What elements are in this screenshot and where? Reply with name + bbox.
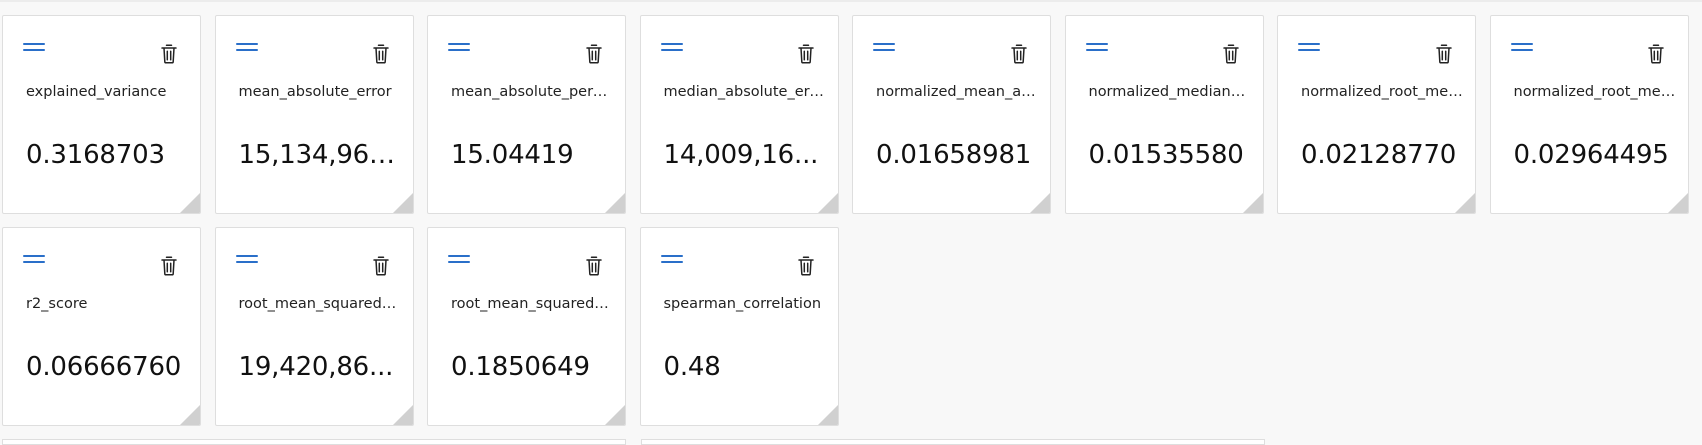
delete-tile-button[interactable] xyxy=(1648,43,1665,65)
metric-value: 0.01535580 xyxy=(1088,140,1244,170)
delete-tile-button[interactable] xyxy=(798,255,815,277)
metric-name: median_absolute_error xyxy=(663,84,826,100)
trash-icon xyxy=(1223,44,1239,64)
metric-value: 19,420,86... xyxy=(238,352,394,382)
drag-handle-icon[interactable] xyxy=(235,254,258,264)
drag-handle-icon[interactable] xyxy=(235,42,258,52)
resize-grip-icon[interactable] xyxy=(605,405,625,425)
trash-icon xyxy=(798,44,814,64)
metric-tile: median_absolute_error 14,009,16... xyxy=(639,15,839,214)
delete-tile-button[interactable] xyxy=(373,43,390,65)
drag-handle-icon[interactable] xyxy=(660,254,683,264)
delete-tile-button[interactable] xyxy=(1223,43,1240,65)
delete-tile-button[interactable] xyxy=(1010,43,1027,65)
metric-name: normalized_root_mea... xyxy=(1301,84,1463,100)
delete-tile-button[interactable] xyxy=(1435,43,1452,65)
metric-value: 15,134,961... xyxy=(238,140,402,170)
metric-name: mean_absolute_error xyxy=(238,84,392,100)
metric-tile: explained_variance 0.3168703 xyxy=(2,15,201,214)
resize-grip-icon[interactable] xyxy=(180,405,200,425)
drag-handle-icon[interactable] xyxy=(448,254,470,264)
drag-handle-icon[interactable] xyxy=(1510,42,1533,52)
resize-grip-icon[interactable] xyxy=(392,193,413,213)
trash-icon xyxy=(373,256,389,276)
metric-tile: normalized_median_a... 0.01535580 xyxy=(1064,15,1264,214)
metric-name: normalized_mean_abs... xyxy=(876,84,1038,100)
metric-value: 0.01658981 xyxy=(876,140,1032,170)
metric-tile: normalized_root_mea... 0.02128770 xyxy=(1277,15,1476,214)
delete-tile-button[interactable] xyxy=(585,43,602,65)
metric-value: 14,009,16... xyxy=(663,140,819,170)
metric-value: 0.02964495 xyxy=(1513,140,1669,170)
trash-icon xyxy=(160,44,177,64)
trash-icon xyxy=(1648,44,1664,64)
metric-tile: spearman_correlation 0.48 xyxy=(639,227,839,426)
resize-grip-icon[interactable] xyxy=(392,405,413,425)
delete-tile-button[interactable] xyxy=(585,255,602,277)
resize-grip-icon[interactable] xyxy=(817,193,838,213)
metric-tile: normalized_mean_abs... 0.01658981 xyxy=(852,15,1051,214)
resize-grip-icon[interactable] xyxy=(180,193,200,213)
drag-handle-icon[interactable] xyxy=(873,42,895,52)
metric-value: 15.04419 xyxy=(451,140,574,170)
resize-grip-icon[interactable] xyxy=(605,193,625,213)
drag-handle-icon[interactable] xyxy=(23,254,45,264)
metric-tile: normalized_root_mea... 0.02964495 xyxy=(1489,15,1689,214)
metric-name: root_mean_squared_lo... xyxy=(451,296,613,312)
metric-tile: r2_score 0.06666760 xyxy=(2,227,201,426)
metric-tile: root_mean_squared_er... 19,420,86... xyxy=(214,227,414,426)
drag-handle-icon[interactable] xyxy=(1085,42,1108,52)
trash-icon xyxy=(160,256,177,276)
drag-handle-icon[interactable] xyxy=(448,42,470,52)
metric-tile: mean_absolute_error 15,134,961... xyxy=(214,15,414,214)
resize-grip-icon[interactable] xyxy=(1030,193,1050,213)
metric-tile: mean_absolute_perce... 15.04419 xyxy=(427,15,626,214)
drag-handle-icon[interactable] xyxy=(660,42,683,52)
delete-tile-button[interactable] xyxy=(373,255,390,277)
trash-icon xyxy=(1435,44,1452,64)
metric-name: spearman_correlation xyxy=(663,296,822,312)
metric-name: root_mean_squared_er... xyxy=(238,296,401,312)
metrics-grid: explained_variance 0.3168703 mean_absolu… xyxy=(2,15,1689,426)
drag-handle-icon[interactable] xyxy=(23,42,45,52)
drag-handle-icon[interactable] xyxy=(1298,42,1320,52)
trash-icon xyxy=(1010,44,1027,64)
metric-name: normalized_root_mea... xyxy=(1513,84,1676,100)
metric-value: 0.02128770 xyxy=(1301,140,1457,170)
metric-name: normalized_median_a... xyxy=(1088,84,1251,100)
delete-tile-button[interactable] xyxy=(160,43,177,65)
metric-name: mean_absolute_perce... xyxy=(451,84,613,100)
lower-panel-left xyxy=(2,439,626,445)
trash-icon xyxy=(585,44,602,64)
metric-value: 0.1850649 xyxy=(451,352,590,382)
resize-grip-icon[interactable] xyxy=(817,405,838,425)
metric-name: explained_variance xyxy=(26,84,167,100)
metric-value: 0.06666760 xyxy=(26,352,182,382)
trash-icon xyxy=(585,256,602,276)
trash-icon xyxy=(798,256,814,276)
resize-grip-icon[interactable] xyxy=(1455,193,1475,213)
metric-name: r2_score xyxy=(26,296,88,312)
metric-tile: root_mean_squared_lo... 0.1850649 xyxy=(427,227,626,426)
delete-tile-button[interactable] xyxy=(798,43,815,65)
top-divider xyxy=(0,0,1702,2)
metric-value: 0.3168703 xyxy=(26,140,165,170)
trash-icon xyxy=(373,44,389,64)
metric-value: 0.48 xyxy=(663,352,721,382)
resize-grip-icon[interactable] xyxy=(1242,193,1263,213)
lower-panel-right xyxy=(641,439,1265,445)
resize-grip-icon[interactable] xyxy=(1667,193,1688,213)
delete-tile-button[interactable] xyxy=(160,255,177,277)
